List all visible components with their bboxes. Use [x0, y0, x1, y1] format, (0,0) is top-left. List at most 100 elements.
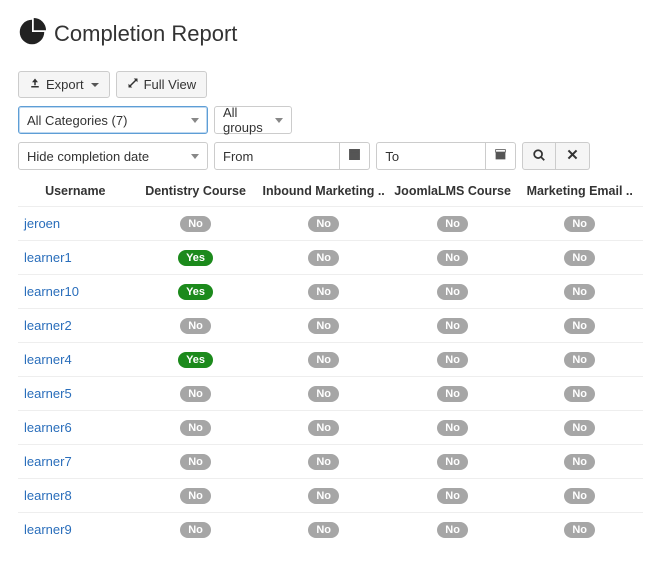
status-badge-no: No [564, 386, 595, 402]
table-row: learner1 Yes No No No [18, 241, 643, 275]
status-badge-no: No [437, 488, 468, 504]
filter-row-1: All Categories (7) All groups [18, 106, 643, 134]
status-badge-no: No [437, 454, 468, 470]
expand-icon [127, 77, 139, 92]
status-badge-no: No [564, 454, 595, 470]
calendar-icon [348, 148, 361, 164]
from-label: From [215, 149, 261, 164]
user-link[interactable]: learner10 [24, 284, 79, 299]
to-date-input[interactable] [407, 143, 485, 169]
status-badge-no: No [564, 522, 595, 538]
status-badge-no: No [308, 352, 339, 368]
search-icon [532, 148, 546, 165]
export-button[interactable]: Export [18, 71, 110, 98]
status-badge-no: No [564, 318, 595, 334]
user-link[interactable]: learner7 [24, 454, 72, 469]
table-header-row: Username Dentistry Course Inbound Market… [18, 178, 643, 207]
status-badge-no: No [308, 522, 339, 538]
table-row: learner8 No No No No [18, 479, 643, 513]
clear-button[interactable] [556, 142, 590, 170]
from-calendar-button[interactable] [339, 143, 369, 169]
table-row: learner10 Yes No No No [18, 275, 643, 309]
completion-date-select[interactable]: Hide completion date [18, 142, 208, 170]
user-link[interactable]: learner2 [24, 318, 72, 333]
table-row: learner9 No No No No [18, 513, 643, 547]
full-view-button[interactable]: Full View [116, 71, 208, 98]
close-icon [566, 148, 579, 164]
caret-down-icon [191, 154, 199, 159]
category-select[interactable]: All Categories (7) [18, 106, 208, 134]
user-link[interactable]: jeroen [24, 216, 60, 231]
status-badge-yes: Yes [178, 250, 213, 266]
table-row: jeroen No No No No [18, 207, 643, 241]
status-badge-no: No [308, 318, 339, 334]
status-badge-no: No [180, 420, 211, 436]
upload-icon [29, 77, 41, 92]
category-select-label: All Categories (7) [27, 113, 127, 128]
caret-down-icon [91, 83, 99, 87]
full-view-label: Full View [144, 77, 197, 92]
status-badge-yes: Yes [178, 352, 213, 368]
status-badge-no: No [180, 454, 211, 470]
caret-down-icon [191, 118, 199, 123]
col-course-1[interactable]: Dentistry Course [133, 178, 259, 207]
date-to-group: To [376, 142, 516, 170]
col-course-4[interactable]: Marketing Email .. [516, 178, 643, 207]
status-badge-no: No [180, 386, 211, 402]
status-badge-yes: Yes [178, 284, 213, 300]
filter-row-2: Hide completion date From To [18, 142, 643, 170]
status-badge-no: No [308, 420, 339, 436]
groups-select-label: All groups [223, 105, 267, 135]
to-calendar-button[interactable] [485, 143, 515, 169]
status-badge-no: No [564, 352, 595, 368]
status-badge-no: No [437, 284, 468, 300]
user-link[interactable]: learner5 [24, 386, 72, 401]
col-course-3[interactable]: JoomlaLMS Course [389, 178, 517, 207]
status-badge-no: No [180, 488, 211, 504]
col-username[interactable]: Username [18, 178, 133, 207]
status-badge-no: No [437, 250, 468, 266]
calendar-icon [494, 148, 507, 164]
from-date-input[interactable] [261, 143, 339, 169]
search-button[interactable] [522, 142, 556, 170]
page-header: Completion Report [18, 18, 643, 49]
user-link[interactable]: learner8 [24, 488, 72, 503]
table-row: learner5 No No No No [18, 377, 643, 411]
groups-select[interactable]: All groups [214, 106, 292, 134]
status-badge-no: No [308, 284, 339, 300]
user-link[interactable]: learner6 [24, 420, 72, 435]
completion-table: Username Dentistry Course Inbound Market… [18, 178, 643, 546]
status-badge-no: No [437, 386, 468, 402]
status-badge-no: No [180, 318, 211, 334]
pie-chart-icon [18, 18, 54, 49]
status-badge-no: No [437, 522, 468, 538]
user-link[interactable]: learner1 [24, 250, 72, 265]
status-badge-no: No [308, 386, 339, 402]
to-label: To [377, 149, 407, 164]
page-title: Completion Report [54, 21, 237, 47]
status-badge-no: No [308, 250, 339, 266]
col-course-2[interactable]: Inbound Marketing .. [259, 178, 389, 207]
status-badge-no: No [564, 488, 595, 504]
status-badge-no: No [308, 488, 339, 504]
user-link[interactable]: learner9 [24, 522, 72, 537]
user-link[interactable]: learner4 [24, 352, 72, 367]
table-row: learner4 Yes No No No [18, 343, 643, 377]
status-badge-no: No [180, 522, 211, 538]
status-badge-no: No [437, 352, 468, 368]
completion-date-label: Hide completion date [27, 149, 149, 164]
search-clear-group [522, 142, 590, 170]
status-badge-no: No [564, 216, 595, 232]
status-badge-no: No [564, 284, 595, 300]
status-badge-no: No [437, 216, 468, 232]
status-badge-no: No [564, 420, 595, 436]
toolbar: Export Full View [18, 71, 643, 98]
table-row: learner7 No No No No [18, 445, 643, 479]
status-badge-no: No [308, 216, 339, 232]
date-from-group: From [214, 142, 370, 170]
table-row: learner6 No No No No [18, 411, 643, 445]
status-badge-no: No [564, 250, 595, 266]
status-badge-no: No [437, 420, 468, 436]
status-badge-no: No [308, 454, 339, 470]
status-badge-no: No [180, 216, 211, 232]
